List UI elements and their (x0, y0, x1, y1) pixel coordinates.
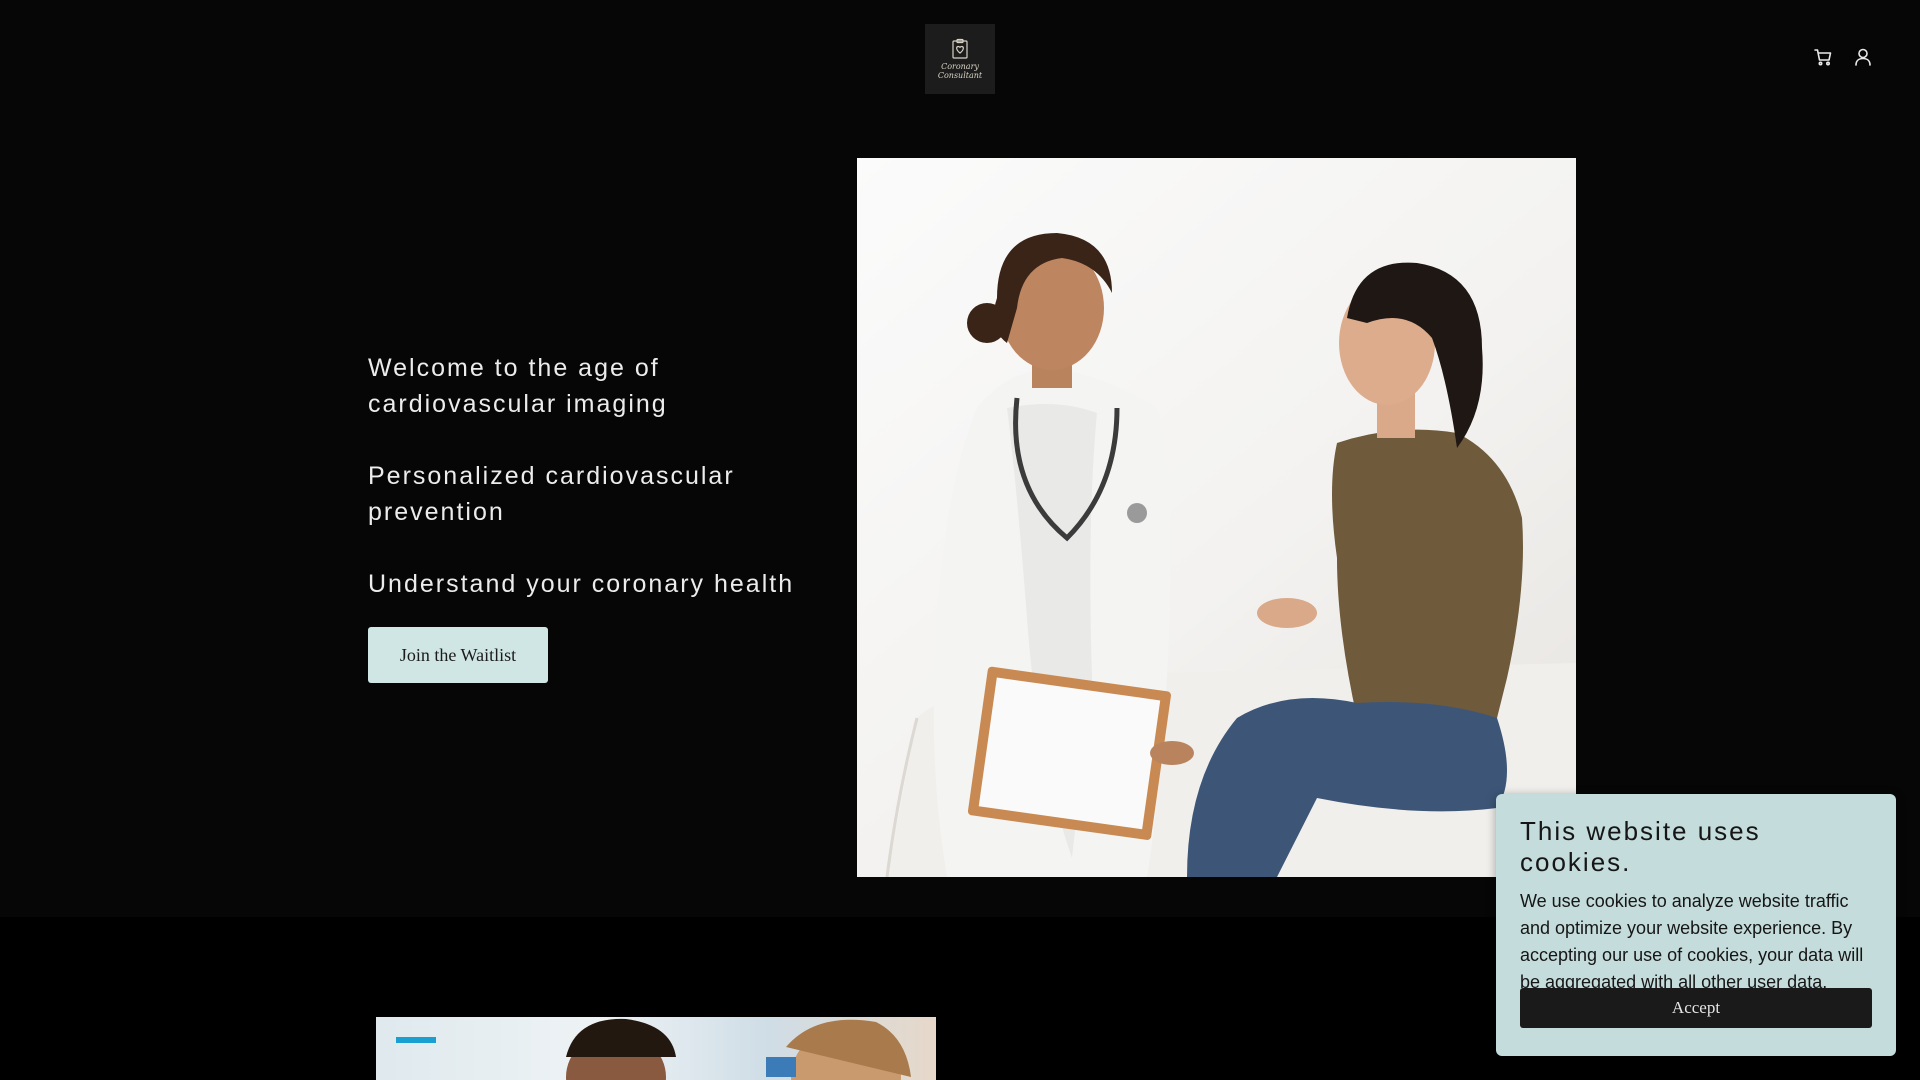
site-header: Coronary Consultant (0, 0, 1920, 110)
cookie-description: We use cookies to analyze website traffi… (1520, 891, 1864, 992)
hero-headline-2: Personalized cardiovascular prevention (368, 462, 735, 526)
account-button[interactable] (1852, 46, 1874, 68)
accept-cookies-button[interactable]: Accept (1520, 988, 1872, 1028)
hero-headline-1: Welcome to the age of cardiovascular ima… (368, 354, 668, 418)
cookie-title: This website uses cookies. (1520, 816, 1761, 877)
join-waitlist-button[interactable]: Join the Waitlist (368, 627, 548, 683)
doctor-patient-illustration (885, 233, 1576, 877)
consultation-photo-illustration (396, 1018, 911, 1080)
logo-text-line2: Consultant (937, 71, 983, 80)
user-icon (1855, 48, 1871, 66)
site-logo[interactable]: Coronary Consultant (925, 24, 995, 94)
cookie-banner: This website uses cookies. We use cookie… (1496, 794, 1896, 1056)
logo-text-line1: Coronary (941, 62, 979, 71)
secondary-image-consultation (376, 1017, 936, 1080)
cart-button[interactable] (1812, 46, 1834, 68)
hero-image-doctor-patient (857, 158, 1576, 877)
clipboard-heart-icon (952, 38, 968, 59)
header-actions (1812, 46, 1874, 68)
hero-headline-3: Understand your coronary health (368, 570, 795, 598)
cart-icon (1814, 49, 1832, 66)
hero-text: Welcome to the age of cardiovascular ima… (368, 350, 808, 638)
